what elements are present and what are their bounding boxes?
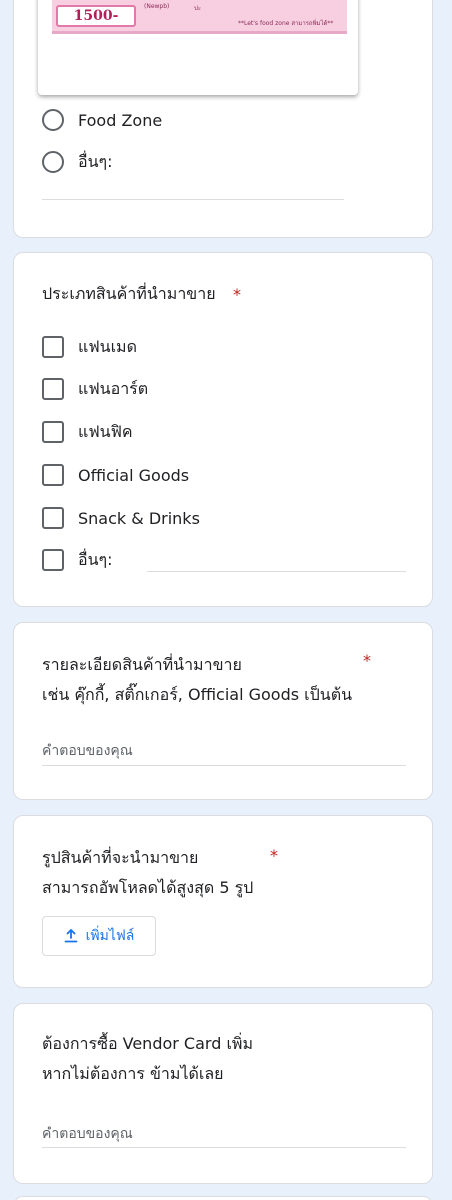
other-text-input[interactable] (147, 571, 406, 572)
answer-input[interactable]: คำตอบของคุณ (42, 740, 133, 762)
checkbox-option-fanart[interactable]: แฟนอาร์ต (42, 375, 148, 403)
radio-option-food-zone[interactable]: Food Zone (42, 106, 162, 134)
checkbox-label: แฟนฟิค (78, 421, 133, 441)
checkbox-label: แฟนเมด (78, 336, 137, 356)
required-asterisk: * (233, 285, 241, 304)
checkbox[interactable] (42, 421, 64, 443)
question-card-store-zone: 1500- (Newpb) ปะ **Let's food zone สามาร… (13, 0, 433, 238)
question-card-product-details: รายละเอียดสินค้าที่นำมาขาย เช่น คุ๊กกี้,… (13, 622, 433, 800)
radio-label: อื่นๆ: (78, 151, 113, 171)
checkbox-label: แฟนอาร์ต (78, 378, 149, 398)
radio-button[interactable] (42, 151, 64, 173)
checkbox[interactable] (42, 507, 64, 529)
add-file-button[interactable]: เพิ่มไฟล์ (42, 916, 156, 956)
question-card-next (13, 1196, 433, 1200)
radio-label: Food Zone (78, 110, 163, 130)
upload-icon (64, 929, 78, 943)
add-file-label: เพิ่มไฟล์ (85, 928, 135, 944)
radio-option-other[interactable]: อื่นๆ: (42, 148, 113, 176)
checkbox[interactable] (42, 549, 64, 571)
other-text-input[interactable] (42, 199, 344, 200)
checkbox-option-other[interactable]: อื่นๆ: (42, 546, 113, 574)
checkbox[interactable] (42, 336, 64, 358)
checkbox-label: Official Goods (78, 465, 190, 485)
radio-button[interactable] (42, 109, 64, 131)
checkbox-option-official-goods[interactable]: Official Goods (42, 461, 189, 489)
question-card-vendor-card: ต้องการซื้อ Vendor Card เพิ่ม หากไม่ต้อง… (13, 1003, 433, 1184)
banner-image: 1500- (Newpb) ปะ **Let's food zone สามาร… (38, 0, 358, 95)
required-asterisk: * (270, 846, 278, 865)
question-title: ประเภทสินค้าที่นำมาขาย (42, 284, 216, 303)
question-card-product-photos: รูปสินค้าที่จะนำมาขาย สามารถอัพโหลดได้สู… (13, 815, 433, 988)
checkbox[interactable] (42, 378, 64, 400)
answer-underline (42, 765, 406, 766)
checkbox[interactable] (42, 464, 64, 486)
question-title: รายละเอียดสินค้าที่นำมาขาย เช่น คุ๊กกี้,… (42, 655, 353, 704)
checkbox-label: Snack & Drinks (78, 508, 200, 528)
checkbox-option-fanfic[interactable]: แฟนฟิค (42, 418, 133, 446)
banner-graphic: 1500- (Newpb) ปะ **Let's food zone สามาร… (52, 0, 347, 34)
banner-small-text: **Let's food zone สามารถพิ่มได้** (238, 20, 334, 27)
checkbox-label: อื่นๆ: (78, 549, 113, 569)
checkbox-option-fanmade[interactable]: แฟนเมด (42, 333, 137, 361)
banner-small-text: ปะ (194, 5, 202, 12)
question-title: รูปสินค้าที่จะนำมาขาย สามารถอัพโหลดได้สู… (42, 848, 254, 897)
question-title: ต้องการซื้อ Vendor Card เพิ่ม หากไม่ต้อง… (42, 1034, 254, 1083)
answer-input[interactable]: คำตอบของคุณ (42, 1123, 133, 1145)
question-card-product-type: ประเภทสินค้าที่นำมาขาย * แฟนเมด แฟนอาร์ต… (13, 252, 433, 607)
required-asterisk: * (363, 651, 371, 670)
answer-underline (42, 1147, 406, 1148)
banner-small-text: (Newpb) (144, 3, 170, 10)
banner-price: 1500- (56, 5, 136, 27)
checkbox-option-snack-drinks[interactable]: Snack & Drinks (42, 504, 200, 532)
